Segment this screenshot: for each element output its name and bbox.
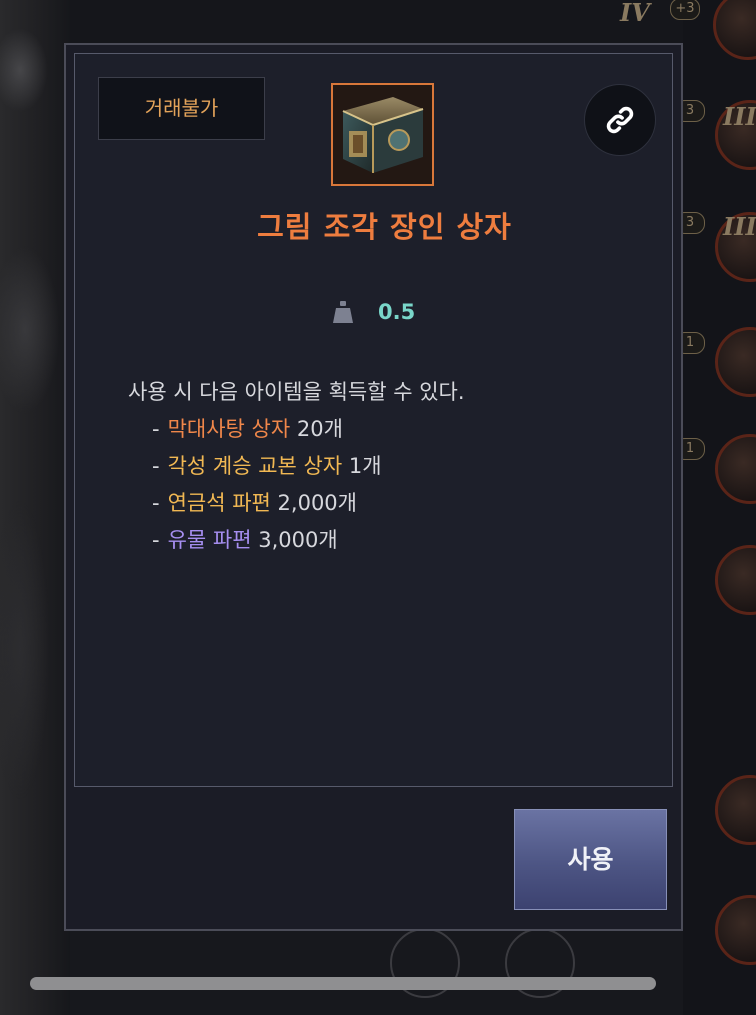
list-dash: -	[152, 454, 160, 478]
weight-value: 0.5	[378, 300, 416, 324]
character-figure	[0, 0, 62, 1015]
reward-item-count: 1개	[348, 454, 382, 478]
reward-item-count: 2,000개	[277, 491, 357, 515]
reward-item-name: 연금석 파편	[167, 491, 271, 515]
reward-item-name: 막대사탕 상자	[167, 417, 291, 441]
item-description: 사용 시 다음 아이템을 획득할 수 있다. - 막대사탕 상자 20개 - 각성 …	[128, 374, 648, 559]
slot-count-badge: +3	[670, 0, 700, 20]
reward-list-item: - 각성 계승 교본 상자 1개	[128, 448, 648, 485]
equipment-slot[interactable]	[715, 327, 756, 397]
weight-icon	[333, 301, 353, 323]
background-left-panel	[0, 0, 70, 1015]
untradable-badge: 거래불가	[98, 77, 265, 140]
use-item-button[interactable]: 사용	[514, 809, 667, 910]
equipment-slot[interactable]	[715, 434, 756, 504]
slot-tier-label: III	[723, 212, 756, 241]
slot-tier-label: IV	[620, 0, 650, 27]
background-bottom-bar	[70, 928, 683, 1015]
reward-list-item: - 유물 파편 3,000개	[128, 522, 648, 559]
list-dash: -	[152, 417, 160, 441]
weight-row: 0.5	[332, 299, 415, 325]
description-intro: 사용 시 다음 아이템을 획득할 수 있다.	[128, 380, 465, 404]
background-right-slots: IV +3 III 3 III 3 1 1	[620, 0, 756, 1015]
item-tooltip-popup: 거래불가 그림 조각 장인 상자 0.5 사용 시 다음 아이템을 획득할 수 …	[64, 43, 683, 931]
equipment-slot[interactable]	[715, 895, 756, 965]
treasure-chest-icon	[331, 83, 434, 186]
slot-tier-label: III	[723, 102, 756, 131]
reward-list-item: - 막대사탕 상자 20개	[128, 411, 648, 448]
equipment-slot[interactable]	[715, 775, 756, 845]
horizontal-scrollbar[interactable]	[30, 977, 656, 990]
equipment-slot[interactable]	[713, 0, 756, 60]
reward-item-count: 20개	[296, 417, 343, 441]
treasure-chest-art	[333, 85, 432, 184]
share-link-button[interactable]	[584, 84, 656, 156]
list-dash: -	[152, 491, 160, 515]
reward-item-name: 유물 파편	[167, 528, 252, 552]
reward-item-name: 각성 계승 교본 상자	[167, 454, 343, 478]
list-dash: -	[152, 528, 160, 552]
equipment-slot[interactable]	[715, 545, 756, 615]
item-info-frame: 거래불가 그림 조각 장인 상자 0.5 사용 시 다음 아이템을 획득할 수 …	[74, 53, 673, 787]
reward-item-count: 3,000개	[258, 528, 338, 552]
link-icon	[606, 106, 634, 134]
item-name-title: 그림 조각 장인 상자	[257, 210, 512, 244]
reward-list-item: - 연금석 파편 2,000개	[128, 485, 648, 522]
